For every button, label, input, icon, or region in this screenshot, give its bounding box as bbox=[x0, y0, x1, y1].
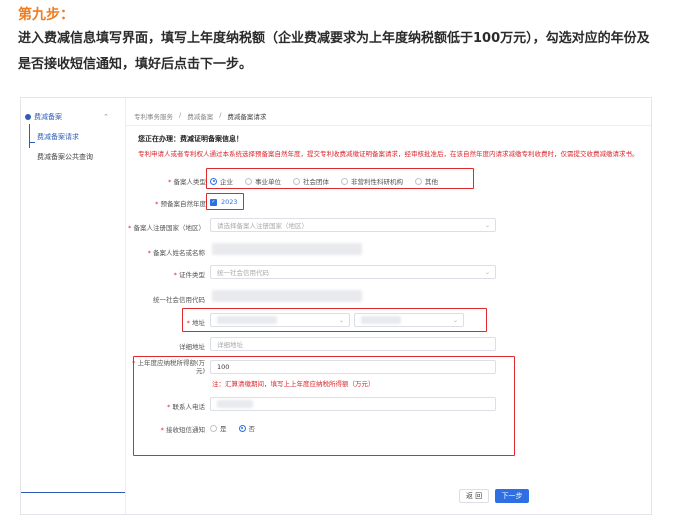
back-button[interactable]: 返 回 bbox=[459, 489, 489, 503]
tree-tick bbox=[29, 142, 35, 143]
chevron-up-icon: ⌃ bbox=[103, 113, 109, 121]
year-label: * 预备案自然年度 bbox=[155, 200, 206, 208]
breadcrumb-current: 费减备案请求 bbox=[227, 113, 267, 121]
phone-input[interactable] bbox=[210, 397, 496, 411]
sms-radios: 是 否 bbox=[210, 423, 267, 433]
sidebar: 费减备案 ⌃ 费减备案请求 费减备案公共查询 bbox=[21, 98, 125, 514]
next-button[interactable]: 下一步 bbox=[495, 489, 529, 503]
breadcrumb-separator: / bbox=[179, 111, 182, 119]
main-panel: 专利事务服务 / 费减备案 / 费减备案请求 您正在办理：费减证明备案信息！ 专利申… bbox=[125, 98, 651, 514]
sidebar-group-fee-reduction[interactable]: 费减备案 ⌃ bbox=[25, 112, 109, 122]
tax-hint: 注：汇算清缴期间，填写上上年度应纳税所得额（万元） bbox=[212, 380, 375, 388]
phone-label: * 联系人电话 bbox=[167, 403, 205, 411]
sidebar-item-public-query[interactable]: 费减备案公共查询 bbox=[37, 152, 93, 162]
detail-address-label: 详细地址 bbox=[179, 343, 205, 351]
sidebar-item-fee-reduction-request[interactable]: 费减备案请求 bbox=[37, 132, 79, 142]
radio-sms-yes[interactable]: 是 bbox=[210, 423, 227, 433]
tax-input[interactable]: 100 bbox=[210, 360, 496, 374]
id-type-select[interactable]: 统一社会信用代码 ⌄ bbox=[210, 265, 496, 279]
notice-text: 专利申请人或者专利权人通过本系统选择预备案自然年度，提交专利收费减缴证明备案请求… bbox=[138, 150, 639, 158]
page-title: 您正在办理：费减证明备案信息！ bbox=[138, 135, 243, 143]
id-type-label: * 证件类型 bbox=[173, 271, 205, 279]
credit-code-label: 统一社会信用代码 bbox=[153, 296, 205, 304]
name-label: * 备案人姓名或名称 bbox=[147, 249, 205, 257]
screenshot-frame: 费减备案 ⌃ 费减备案请求 费减备案公共查询 专利事务服务 / 费减备案 / 费减备… bbox=[20, 97, 652, 515]
applicant-type-label: * 备案人类型 bbox=[168, 178, 206, 186]
country-select[interactable]: 请选择备案人注册国家（地区） ⌄ bbox=[210, 218, 496, 232]
detail-address-input[interactable]: 详细地址 bbox=[210, 337, 496, 351]
highlight-box bbox=[206, 193, 244, 210]
radio-sms-no[interactable]: 否 bbox=[238, 423, 255, 433]
sidebar-group-label: 费减备案 bbox=[34, 113, 62, 121]
highlight-box bbox=[182, 308, 487, 332]
breadcrumb-separator: / bbox=[219, 111, 222, 119]
tax-label: * 上年度应纳税所得额(万元) bbox=[132, 359, 205, 375]
highlight-box bbox=[206, 168, 474, 189]
step-instruction: 进入费减信息填写界面，填写上年度纳税额（企业费减要求为上年度纳税额低于100万元… bbox=[18, 31, 650, 72]
credit-code-value-redacted bbox=[212, 290, 362, 302]
tree-line bbox=[29, 124, 30, 148]
radio-empty-icon bbox=[210, 424, 217, 432]
sms-label: * 接收短信通知 bbox=[160, 426, 205, 434]
chevron-down-icon: ⌄ bbox=[484, 268, 490, 276]
breadcrumb-item[interactable]: 费减备案 bbox=[187, 111, 213, 121]
breadcrumb-item[interactable]: 专利事务服务 bbox=[134, 111, 173, 121]
breadcrumb: 专利事务服务 / 费减备案 / 费减备案请求 bbox=[134, 111, 266, 121]
radio-checked-icon bbox=[238, 424, 246, 432]
chevron-down-icon: ⌄ bbox=[484, 221, 490, 229]
country-label: * 备案人注册国家（地区） bbox=[128, 224, 205, 232]
name-value-redacted bbox=[212, 243, 362, 255]
breadcrumb-divider bbox=[126, 125, 651, 126]
sidebar-divider bbox=[21, 492, 125, 493]
step-title: 第九步： bbox=[18, 7, 74, 23]
article: 第九步： 进入费减信息填写界面，填写上年度纳税额（企业费减要求为上年度纳税额低于… bbox=[0, 0, 673, 531]
menu-dot-icon bbox=[25, 114, 31, 120]
